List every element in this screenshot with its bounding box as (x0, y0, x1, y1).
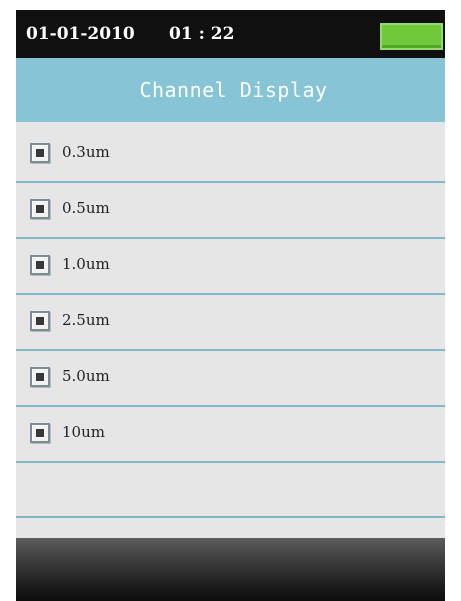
channel-checkbox[interactable] (30, 367, 50, 387)
bottom-bar (16, 538, 445, 601)
checkbox-checked-mark (36, 261, 44, 269)
checkbox-checked-mark (36, 429, 44, 437)
checkbox-checked-mark (36, 373, 44, 381)
channel-row-1.0um[interactable]: 1.0um (16, 239, 445, 295)
empty-row (16, 463, 445, 518)
channel-label: 0.3um (62, 143, 110, 161)
channel-label: 2.5um (62, 311, 110, 329)
device: 01-01-2010 01 : 22 Channel Display 0.3um… (0, 0, 461, 601)
channel-row-2.5um[interactable]: 2.5um (16, 295, 445, 351)
channel-row-5.0um[interactable]: 5.0um (16, 351, 445, 407)
channel-label: 0.5um (62, 199, 110, 217)
channel-checkbox[interactable] (30, 311, 50, 331)
channel-list: 0.3um 0.5um 1.0um 2.5um 5.0um 10um (16, 127, 445, 527)
channel-checkbox[interactable] (30, 143, 50, 163)
checkbox-checked-mark (36, 205, 44, 213)
channel-label: 10um (62, 423, 105, 441)
channel-label: 1.0um (62, 255, 110, 273)
battery-full-icon (380, 23, 443, 50)
channel-row-0.3um[interactable]: 0.3um (16, 127, 445, 183)
checkbox-checked-mark (36, 149, 44, 157)
channel-row-10um[interactable]: 10um (16, 407, 445, 463)
channel-label: 5.0um (62, 367, 110, 385)
channel-row-0.5um[interactable]: 0.5um (16, 183, 445, 239)
status-bar: 01-01-2010 01 : 22 (16, 10, 445, 58)
title-bar: Channel Display (16, 58, 445, 122)
status-time: 01 : 22 (169, 24, 235, 44)
device-screen: 01-01-2010 01 : 22 Channel Display 0.3um… (16, 10, 445, 601)
checkbox-checked-mark (36, 317, 44, 325)
channel-checkbox[interactable] (30, 423, 50, 443)
channel-checkbox[interactable] (30, 255, 50, 275)
status-date: 01-01-2010 (26, 24, 135, 44)
page-title: Channel Display (139, 78, 328, 102)
channel-checkbox[interactable] (30, 199, 50, 219)
